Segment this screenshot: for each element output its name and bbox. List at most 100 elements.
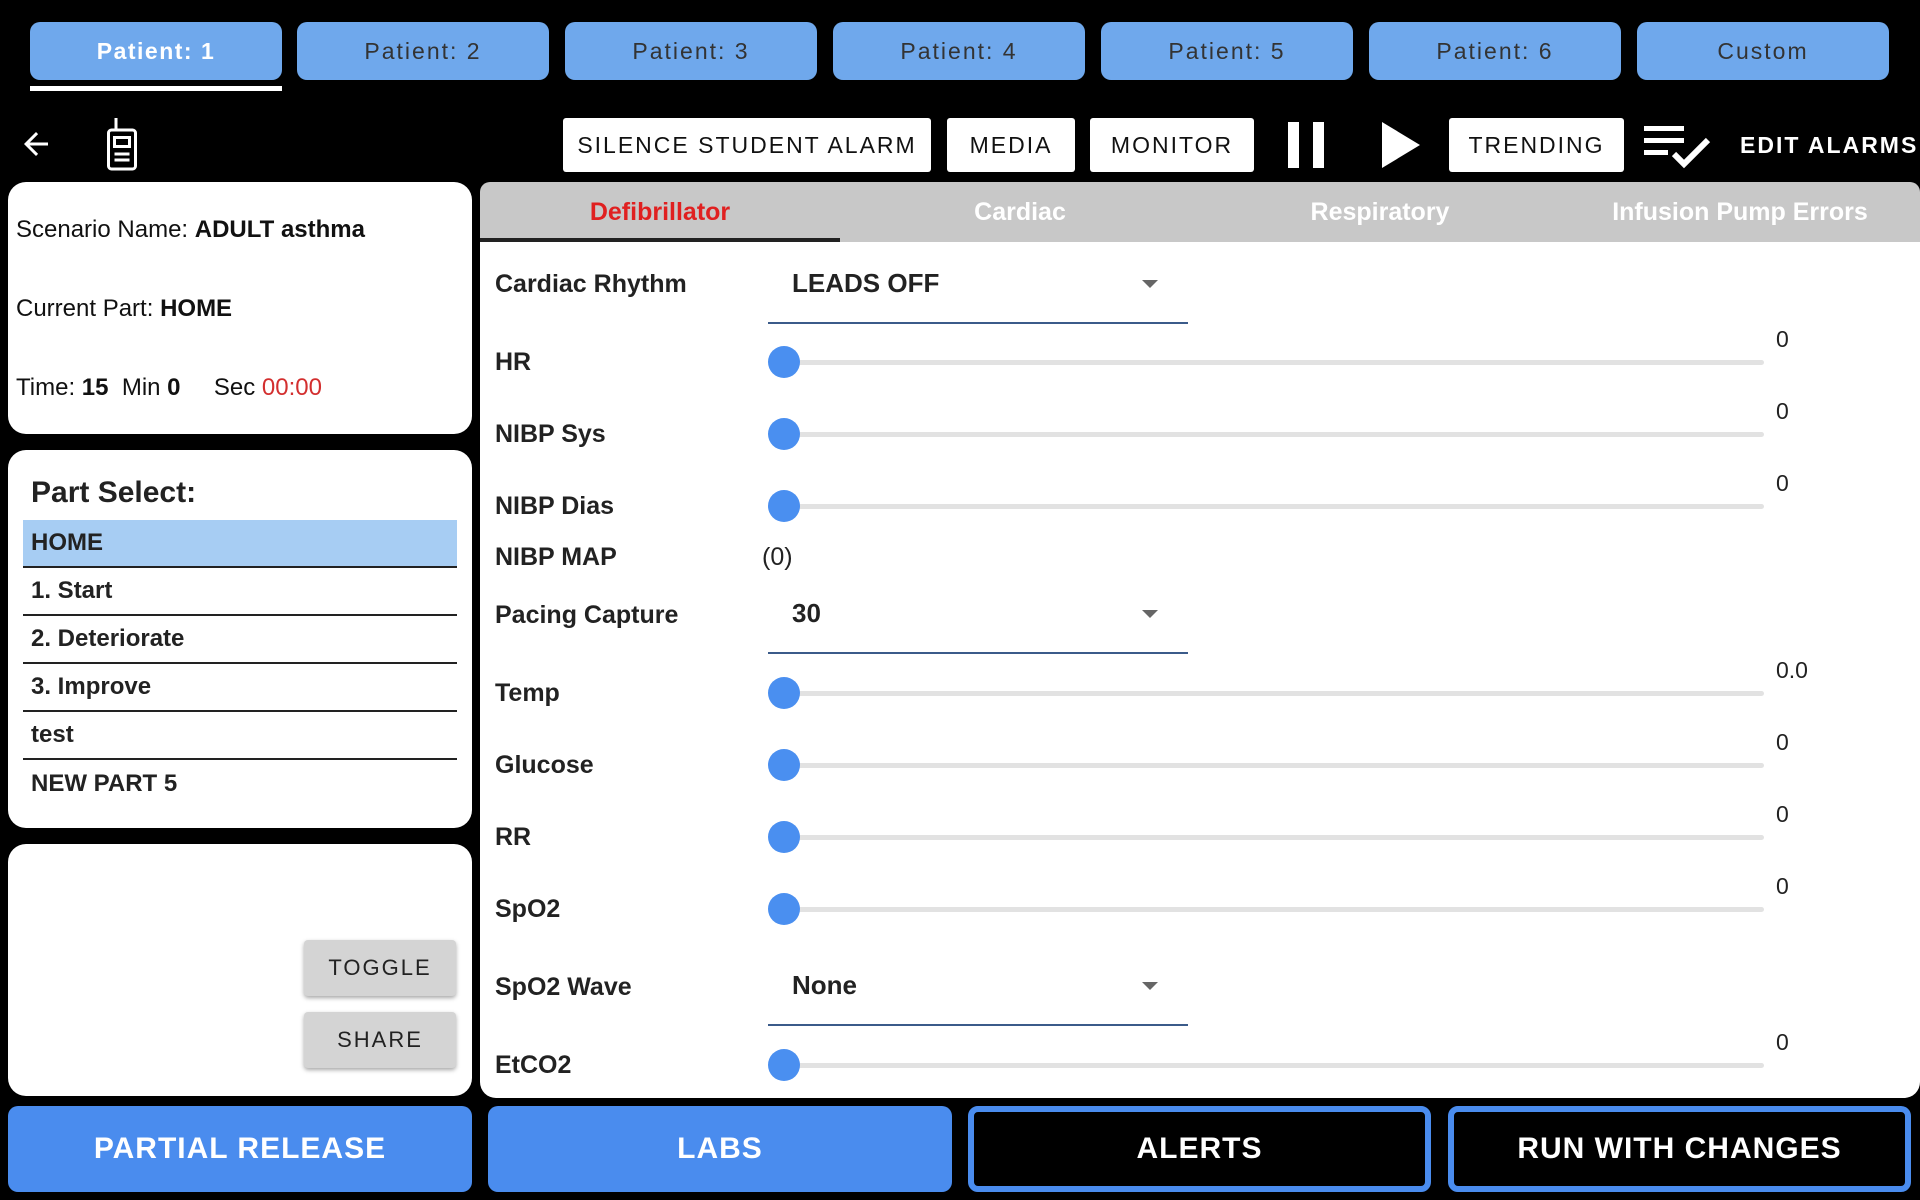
checklist-icon[interactable] (1642, 120, 1712, 170)
edit-alarms-button[interactable]: EDIT ALARMS (1740, 118, 1918, 172)
slider-track (780, 835, 1764, 840)
tab-respiratory[interactable]: Respiratory (1200, 182, 1560, 242)
time-minutes-value: 15 (81, 374, 109, 401)
scenario-info-panel: Scenario Name: ADULT asthma Current Part… (8, 182, 472, 434)
spo2-wave-label: SpO2 Wave (495, 973, 632, 1001)
tab-custom[interactable]: Custom (1637, 22, 1889, 80)
rr-value: 0 (1776, 801, 1789, 827)
nibp-sys-slider[interactable] (768, 416, 1920, 452)
tab-patient-1[interactable]: Patient: 1 (30, 22, 282, 80)
slider-track (780, 1063, 1764, 1068)
glucose-slider[interactable] (768, 747, 1920, 783)
alerts-button[interactable]: ALERTS (968, 1106, 1431, 1192)
slider-thumb[interactable] (768, 346, 800, 378)
pacing-capture-label: Pacing Capture (495, 601, 679, 629)
toolbar: SILENCE STUDENT ALARM MEDIA MONITOR TREN… (0, 110, 1920, 178)
temp-slider[interactable] (768, 675, 1920, 711)
slider-thumb[interactable] (768, 1049, 800, 1081)
elapsed-clock: 00:00 (261, 374, 322, 401)
tab-infusion-pump-errors[interactable]: Infusion Pump Errors (1560, 182, 1920, 242)
media-button[interactable]: MEDIA (947, 118, 1075, 172)
cardiac-rhythm-dropdown[interactable]: LEADS OFF (768, 242, 1188, 324)
cardiac-rhythm-label: Cardiac Rhythm (495, 270, 687, 298)
spo2-wave-dropdown[interactable]: None (768, 944, 1188, 1026)
tab-cardiac[interactable]: Cardiac (840, 182, 1200, 242)
part-item-deteriorate[interactable]: 2. Deteriorate (23, 616, 457, 664)
current-part-value: HOME (160, 295, 233, 322)
dropdown-arrow-icon (1142, 610, 1158, 618)
nibp-dias-value: 0 (1776, 470, 1789, 496)
tab-patient-2[interactable]: Patient: 2 (297, 22, 549, 80)
etco2-label: EtCO2 (495, 1051, 572, 1079)
time-label: Time: (16, 374, 76, 401)
monitor-button[interactable]: MONITOR (1090, 118, 1254, 172)
nibp-sys-value: 0 (1776, 398, 1789, 424)
slider-track (780, 360, 1764, 365)
slider-track (780, 691, 1764, 696)
cardiac-rhythm-value: LEADS OFF (792, 268, 940, 298)
radio-icon[interactable] (104, 118, 140, 172)
nibp-dias-label: NIBP Dias (495, 492, 615, 520)
partial-release-button[interactable]: PARTIAL RELEASE (8, 1106, 472, 1192)
share-button[interactable]: SHARE (304, 1012, 456, 1068)
slider-thumb[interactable] (768, 821, 800, 853)
slider-track (780, 504, 1764, 509)
dropdown-arrow-icon (1142, 982, 1158, 990)
arrow-left-icon[interactable] (18, 126, 54, 162)
part-item-home[interactable]: HOME (23, 520, 457, 568)
nibp-map-value: (0) (762, 543, 793, 571)
scenario-name: Scenario Name: ADULT asthma (16, 216, 365, 244)
sec-label: Sec (213, 374, 256, 401)
slider-thumb[interactable] (768, 418, 800, 450)
nibp-dias-slider[interactable] (768, 488, 1920, 524)
part-item-new-part-5[interactable]: NEW PART 5 (23, 760, 457, 808)
trending-button[interactable]: TRENDING (1449, 118, 1624, 172)
temp-value: 0.0 (1776, 657, 1808, 683)
tab-patient-4[interactable]: Patient: 4 (833, 22, 1085, 80)
tools-panel: TOGGLE SHARE (8, 844, 472, 1096)
tab-defibrillator[interactable]: Defibrillator (480, 182, 840, 242)
pacing-capture-value: 30 (792, 598, 821, 628)
slider-thumb[interactable] (768, 677, 800, 709)
spo2-value: 0 (1776, 873, 1789, 899)
patient-tab-bar: Patient: 1 Patient: 2 Patient: 3 Patient… (0, 0, 1920, 96)
part-item-start[interactable]: 1. Start (23, 568, 457, 616)
slider-thumb[interactable] (768, 893, 800, 925)
hr-slider[interactable] (768, 344, 1920, 380)
part-select-panel: Part Select: HOME 1. Start 2. Deteriorat… (8, 450, 472, 828)
current-part: Current Part: HOME (16, 295, 232, 323)
slider-track (780, 432, 1764, 437)
tab-patient-3[interactable]: Patient: 3 (565, 22, 817, 80)
defibrillator-controls: Cardiac Rhythm LEADS OFF HR 0 NIBP Sys 0… (480, 242, 1920, 1098)
time-seconds-value: 0 (167, 374, 181, 401)
spo2-slider[interactable] (768, 891, 1920, 927)
pause-icon[interactable] (1286, 120, 1326, 170)
pacing-capture-dropdown[interactable]: 30 (768, 572, 1188, 654)
slider-track (780, 763, 1764, 768)
nibp-sys-label: NIBP Sys (495, 420, 606, 448)
glucose-label: Glucose (495, 751, 594, 779)
part-item-improve[interactable]: 3. Improve (23, 664, 457, 712)
slider-thumb[interactable] (768, 490, 800, 522)
part-list: HOME 1. Start 2. Deteriorate 3. Improve … (23, 520, 457, 808)
silence-student-alarm-button[interactable]: SILENCE STUDENT ALARM (563, 118, 931, 172)
tab-patient-5[interactable]: Patient: 5 (1101, 22, 1353, 80)
bottom-action-bar: PARTIAL RELEASE LABS ALERTS RUN WITH CHA… (0, 1104, 1920, 1200)
tab-patient-6[interactable]: Patient: 6 (1369, 22, 1621, 80)
active-tab-indicator (30, 86, 282, 91)
scenario-name-value: ADULT asthma (194, 216, 365, 243)
hr-value: 0 (1776, 326, 1789, 352)
toggle-button[interactable]: TOGGLE (304, 940, 456, 996)
part-select-title: Part Select: (31, 476, 197, 509)
play-icon[interactable] (1380, 120, 1422, 170)
slider-track (780, 907, 1764, 912)
run-with-changes-button[interactable]: RUN WITH CHANGES (1448, 1106, 1911, 1192)
dropdown-arrow-icon (1142, 280, 1158, 288)
etco2-slider[interactable] (768, 1047, 1920, 1083)
labs-button[interactable]: LABS (488, 1106, 952, 1192)
monitor-tab-bar: Defibrillator Cardiac Respiratory Infusi… (480, 182, 1920, 242)
rr-slider[interactable] (768, 819, 1920, 855)
slider-thumb[interactable] (768, 749, 800, 781)
etco2-value: 0 (1776, 1029, 1789, 1055)
part-item-test[interactable]: test (23, 712, 457, 760)
